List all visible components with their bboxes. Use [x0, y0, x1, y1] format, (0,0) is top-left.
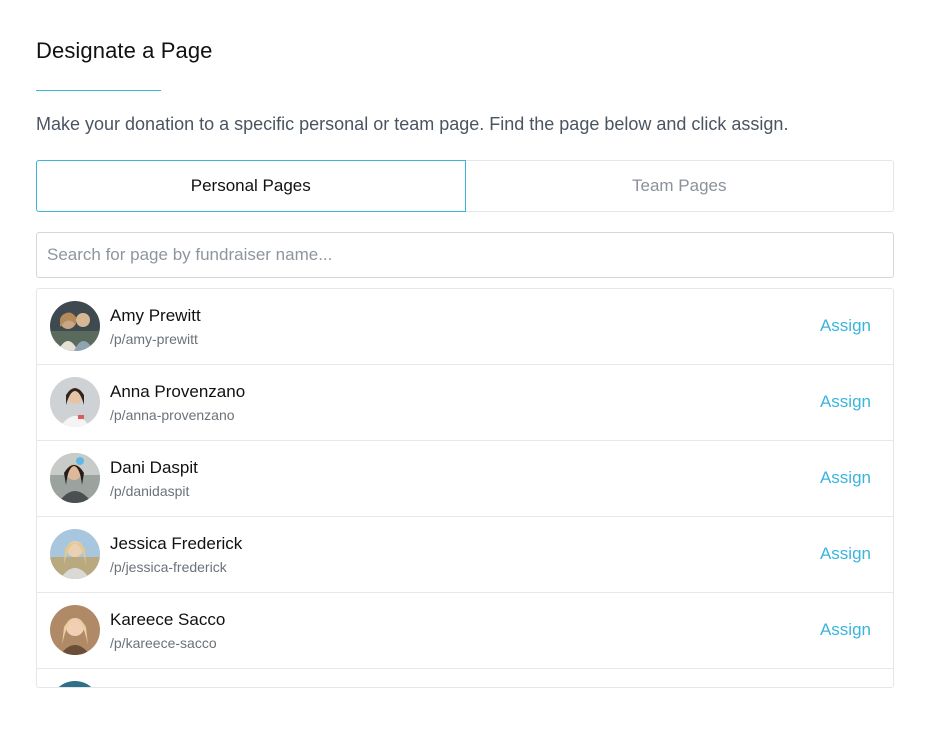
assign-button[interactable]: Assign — [820, 544, 871, 564]
page-slug: /p/amy-prewitt — [110, 331, 198, 347]
assign-button[interactable]: Assign — [820, 392, 871, 412]
page-type-tabs: Personal Pages Team Pages — [36, 160, 894, 212]
page-owner-name: Amy Prewitt — [110, 306, 201, 325]
search-input[interactable] — [36, 232, 894, 278]
list-item: Amy Prewitt /p/amy-prewitt Assign — [37, 289, 893, 365]
title-underline — [36, 90, 161, 91]
avatar — [50, 301, 100, 351]
avatar — [50, 681, 100, 687]
page-title: Designate a Page — [36, 38, 213, 63]
list-item: Jessica Frederick /p/jessica-frederick A… — [37, 517, 893, 593]
tab-personal-pages[interactable]: Personal Pages — [36, 160, 466, 212]
page-slug: /p/anna-provenzano — [110, 407, 235, 423]
avatar — [50, 377, 100, 427]
assign-button[interactable]: Assign — [820, 468, 871, 488]
assign-button[interactable]: Assign — [820, 620, 871, 640]
page-owner-name: Dani Daspit — [110, 458, 198, 477]
page-slug: /p/jessica-frederick — [110, 559, 227, 575]
page-owner-name: Anna Provenzano — [110, 382, 246, 401]
page-subtitle: Make your donation to a specific persona… — [36, 114, 789, 134]
avatar — [50, 453, 100, 503]
page-slug: /p/kareece-sacco — [110, 635, 217, 651]
designate-page-panel: Designate a Page Make your donation to a… — [0, 0, 934, 734]
page-owner-name: Jessica Frederick — [110, 534, 243, 553]
list-item: Dani Daspit /p/danidaspit Assign — [37, 441, 893, 517]
assign-button[interactable]: Assign — [820, 316, 871, 336]
list-item: Anna Provenzano /p/anna-provenzano Assig… — [37, 365, 893, 441]
fundraiser-page-list[interactable]: Amy Prewitt /p/amy-prewitt Assign Anna P… — [36, 288, 894, 688]
list-item: Kareece Sacco /p/kareece-sacco Assign — [37, 593, 893, 669]
avatar — [50, 529, 100, 579]
avatar — [50, 605, 100, 655]
page-owner-name: Kareece Sacco — [110, 610, 226, 629]
tab-team-pages[interactable]: Team Pages — [465, 160, 894, 212]
page-slug: /p/danidaspit — [110, 483, 190, 499]
list-item — [37, 669, 893, 687]
